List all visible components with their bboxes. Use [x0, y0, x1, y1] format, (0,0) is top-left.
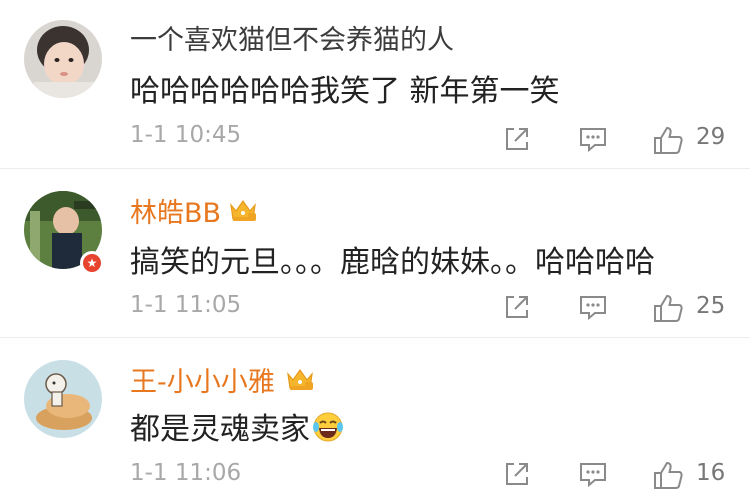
comment-item: 王-小小小雅 都是灵魂卖家 1-1 11:06 16: [0, 338, 750, 503]
vip-crown-icon[interactable]: [228, 195, 258, 225]
comment-text: 搞笑的元旦。。。鹿晗的妹妹。。哈哈哈哈: [130, 245, 655, 280]
reply-icon[interactable]: [578, 292, 608, 322]
timestamp: 1-1 10:45: [130, 122, 242, 148]
comment-text: 都是灵魂卖家: [130, 404, 344, 448]
avatar[interactable]: [24, 360, 102, 438]
thumbs-up-icon[interactable]: [652, 292, 684, 324]
comment-text: 哈哈哈哈哈哈我笑了 新年第一笑: [130, 74, 560, 109]
avatar[interactable]: [24, 20, 102, 98]
like-count: 16: [696, 460, 726, 486]
cartoon-avatar-icon: [24, 360, 102, 438]
like-count: 25: [696, 293, 726, 319]
laughing-tears-emoji-icon: [313, 412, 343, 442]
thumbs-up-icon[interactable]: [652, 459, 684, 491]
username[interactable]: 一个喜欢猫但不会养猫的人: [130, 18, 454, 57]
comment-list: 一个喜欢猫但不会养猫的人 哈哈哈哈哈哈我笑了 新年第一笑 1-1 10:45 2…: [0, 0, 750, 503]
username[interactable]: 王-小小小雅: [130, 360, 275, 399]
timestamp: 1-1 11:06: [130, 460, 242, 486]
timestamp: 1-1 11:05: [130, 292, 242, 318]
comment-text-content: 都是灵魂卖家: [130, 412, 310, 447]
like-count: 29: [696, 124, 726, 150]
comment-item: 一个喜欢猫但不会养猫的人 哈哈哈哈哈哈我笑了 新年第一笑 1-1 10:45 2…: [0, 0, 750, 169]
vip-crown-icon[interactable]: [285, 364, 315, 394]
reply-icon[interactable]: [578, 124, 608, 154]
share-icon[interactable]: [502, 459, 532, 489]
username[interactable]: 林皓BB: [130, 191, 221, 230]
baby-avatar-icon: [24, 20, 102, 98]
share-icon[interactable]: [502, 292, 532, 322]
reply-icon[interactable]: [578, 459, 608, 489]
share-icon[interactable]: [502, 124, 532, 154]
thumbs-up-icon[interactable]: [652, 124, 684, 156]
comment-item: ★ 林皓BB 搞笑的元旦。。。鹿晗的妹妹。。哈哈哈哈 1-1 11:05 25: [0, 169, 750, 338]
verified-badge-icon: ★: [80, 251, 104, 275]
